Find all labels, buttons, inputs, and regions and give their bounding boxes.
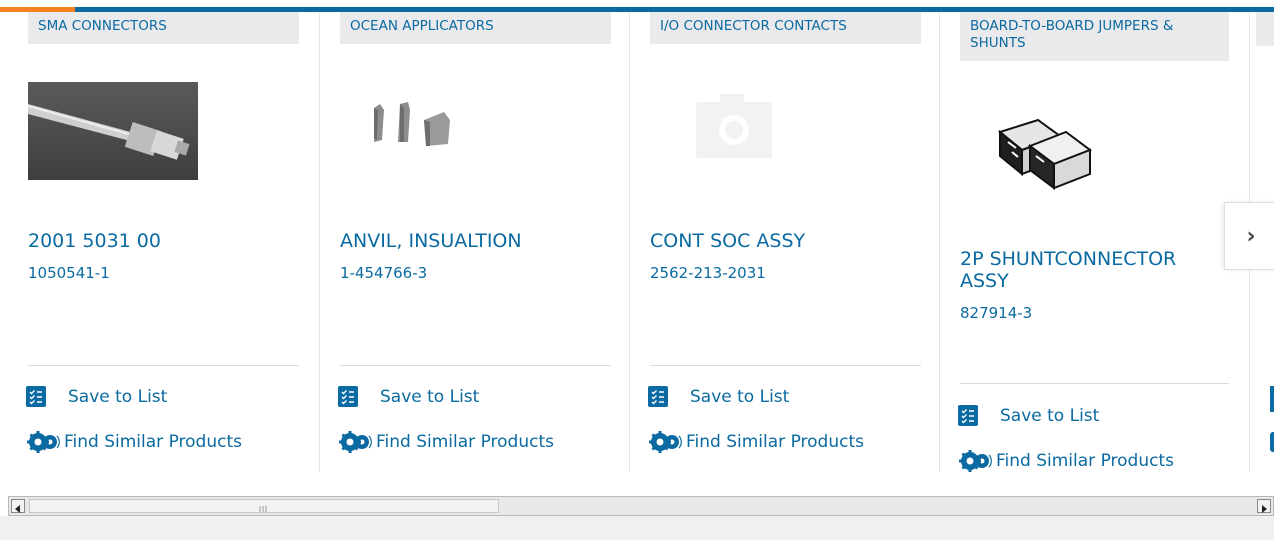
divider <box>650 365 921 366</box>
save-label: Save to List <box>690 386 790 407</box>
product-card: I/O CONNECTOR CONTACTS CONT SOC ASSY 256… <box>622 12 940 472</box>
product-image-anvil[interactable] <box>340 82 510 180</box>
product-carousel: SMA CONNECTORS 2001 5031 00 1050541-1 Sa… <box>0 12 1274 496</box>
scroll-right-button[interactable] <box>1257 499 1271 513</box>
product-image-placeholder[interactable] <box>650 82 820 180</box>
top-brand-bar <box>0 0 1274 12</box>
product-title[interactable]: 2001 5031 00 <box>28 230 288 252</box>
save-label: Save to List <box>380 386 480 407</box>
chevron-right-icon: › <box>1246 223 1256 249</box>
product-title[interactable]: ANVIL, INSUALTION <box>340 230 600 252</box>
gears-icon <box>1270 432 1274 452</box>
product-card: SMA CONNECTORS 2001 5031 00 1050541-1 Sa… <box>0 12 320 472</box>
save-label: Save to List <box>1000 405 1100 426</box>
product-title[interactable]: CONT SOC ASSY <box>650 230 910 252</box>
category-label[interactable]: BOARD-TO-BOARD JUMPERS & SHUNTS <box>960 12 1229 61</box>
checklist-icon <box>26 386 46 407</box>
find-similar-button[interactable]: Find Similar Products <box>958 449 1174 473</box>
find-label: Find Similar Products <box>64 432 242 452</box>
find-similar-button[interactable]: Find Similar Products <box>338 430 554 454</box>
find-similar-button[interactable]: Find Similar Products <box>648 430 864 454</box>
divider <box>960 383 1229 384</box>
checklist-icon <box>1270 386 1274 412</box>
gears-icon <box>338 430 372 454</box>
category-label[interactable]: I/O CONNECTOR CONTACTS <box>650 12 921 44</box>
find-label: Find Similar Products <box>686 432 864 452</box>
category-label-partial <box>1256 12 1274 46</box>
find-similar-button[interactable]: Find Similar Products <box>26 430 242 454</box>
part-number[interactable]: 1-454766-3 <box>340 264 427 282</box>
page-bottom-area <box>0 516 1274 540</box>
product-card: OCEAN APPLICATORS ANVIL, INSUALTION 1-45… <box>312 12 630 472</box>
checklist-icon <box>958 405 978 426</box>
product-card: BOARD-TO-BOARD JUMPERS & SHUNTS 2P SHUNT… <box>932 12 1250 472</box>
save-to-list-button[interactable]: Save to List <box>338 386 479 407</box>
find-label: Find Similar Products <box>996 451 1174 471</box>
part-number[interactable]: 827914-3 <box>960 304 1032 322</box>
category-label[interactable]: SMA CONNECTORS <box>28 12 299 44</box>
product-title[interactable]: 2P SHUNTCONNECTOR ASSY <box>960 248 1210 292</box>
save-label: Save to List <box>68 386 168 407</box>
save-to-list-button[interactable]: Save to List <box>958 405 1099 426</box>
save-to-list-button[interactable]: Save to List <box>26 386 167 407</box>
find-label: Find Similar Products <box>376 432 554 452</box>
part-number[interactable]: 1050541-1 <box>28 264 110 282</box>
gears-icon <box>648 430 682 454</box>
part-number[interactable]: 2562-213-2031 <box>650 264 766 282</box>
scroll-left-button[interactable] <box>11 499 25 513</box>
gears-icon <box>958 449 992 473</box>
horizontal-scrollbar[interactable] <box>8 496 1274 516</box>
gears-icon <box>26 430 60 454</box>
divider <box>340 365 611 366</box>
divider <box>28 365 299 366</box>
scroll-thumb[interactable] <box>29 499 499 513</box>
checklist-icon <box>338 386 358 407</box>
carousel-next-button[interactable]: › <box>1224 202 1274 270</box>
product-image-sma[interactable] <box>27 82 198 180</box>
product-image-shunt[interactable] <box>960 102 1130 200</box>
category-label[interactable]: OCEAN APPLICATORS <box>340 12 611 44</box>
save-to-list-button[interactable]: Save to List <box>648 386 789 407</box>
checklist-icon <box>648 386 668 407</box>
